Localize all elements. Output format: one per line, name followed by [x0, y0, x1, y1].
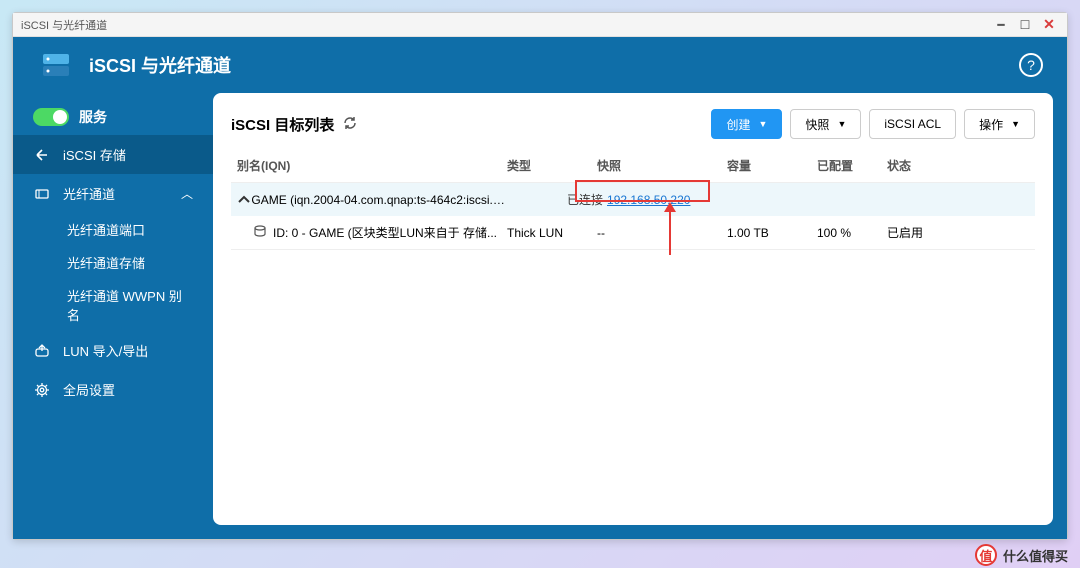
panel-title: iSCSI 目标列表 — [231, 114, 334, 135]
disk-icon — [253, 224, 267, 241]
lun-io-icon — [33, 343, 51, 359]
app-header: iSCSI 与光纤通道 ? — [13, 37, 1067, 93]
watermark: 值 什么值得买 — [975, 544, 1068, 566]
snapshot-button[interactable]: 快照▼ — [790, 109, 861, 139]
col-alias: 别名(IQN) — [237, 157, 507, 174]
lun-capacity: 1.00 TB — [727, 226, 817, 240]
col-capacity: 容量 — [727, 157, 817, 174]
caret-down-icon: ▼ — [837, 119, 846, 129]
lun-configured: 100 % — [817, 226, 887, 240]
app-icon — [37, 46, 75, 84]
watermark-text: 什么值得买 — [1003, 546, 1068, 565]
nav-label: iSCSI 存储 — [63, 145, 126, 164]
target-row[interactable]: GAME (iqn.2004-04.com.qnap:ts-464c2:iscs… — [231, 183, 1035, 216]
watermark-badge: 值 — [975, 544, 997, 566]
create-button[interactable]: 创建▼ — [711, 109, 782, 139]
action-button[interactable]: 操作▼ — [964, 109, 1035, 139]
nav-label: 全局设置 — [63, 380, 115, 399]
chevron-up-icon: ︿ — [181, 185, 193, 202]
sidebar-item-lun-import-export[interactable]: LUN 导入/导出 — [13, 331, 213, 370]
app-body: iSCSI 与光纤通道 ? 服务 iSCSI 存储 — [13, 37, 1067, 539]
window-title: iSCSI 与光纤通道 — [21, 17, 107, 33]
lun-status: 已启用 — [887, 224, 1029, 241]
table-header: 别名(IQN) 类型 快照 容量 已配置 状态 — [231, 149, 1035, 183]
lun-type: Thick LUN — [507, 226, 597, 240]
lun-snapshot: -- — [597, 226, 727, 240]
target-name: GAME (iqn.2004-04.com.qnap:ts-464c2:iscs… — [251, 193, 507, 207]
sidebar-item-iscsi-storage[interactable]: iSCSI 存储 — [13, 135, 213, 174]
sidebar-item-global-settings[interactable]: 全局设置 — [13, 370, 213, 409]
connected-ip-link[interactable]: 192.168.50.220 — [607, 193, 690, 207]
col-type: 类型 — [507, 157, 597, 174]
service-toggle-row: 服务 — [13, 99, 213, 135]
col-configured: 已配置 — [817, 157, 887, 174]
content-area: 服务 iSCSI 存储 光纤通道 ︿ 光纤通道端口 光纤通道存储 — [13, 93, 1067, 539]
panel-header: iSCSI 目标列表 创建▼ 快照▼ iSCSI ACL 操作▼ — [231, 109, 1035, 139]
maximize-button[interactable]: ☐ — [1015, 17, 1035, 33]
col-snapshot: 快照 — [597, 157, 727, 174]
sidebar-sub-fc-port[interactable]: 光纤通道端口 — [13, 213, 213, 246]
collapse-icon[interactable] — [237, 193, 251, 207]
refresh-icon[interactable] — [342, 115, 358, 134]
gear-icon — [33, 382, 51, 398]
sidebar: 服务 iSCSI 存储 光纤通道 ︿ 光纤通道端口 光纤通道存储 — [13, 93, 213, 539]
help-icon[interactable]: ? — [1019, 53, 1043, 77]
connection-status: 已连接 — [567, 191, 603, 208]
close-button[interactable]: ✕ — [1039, 17, 1059, 33]
col-status: 状态 — [887, 157, 1029, 174]
service-label: 服务 — [79, 107, 107, 127]
lun-name: ID: 0 - GAME (区块类型LUN来自于 存储... — [273, 224, 497, 241]
minimize-button[interactable]: ━ — [991, 17, 1011, 33]
caret-down-icon: ▼ — [759, 119, 768, 129]
sidebar-item-fibre-channel[interactable]: 光纤通道 ︿ — [13, 174, 213, 213]
lun-row[interactable]: ID: 0 - GAME (区块类型LUN来自于 存储... Thick LUN… — [231, 216, 1035, 250]
sidebar-sub-fc-storage[interactable]: 光纤通道存储 — [13, 246, 213, 279]
main-panel: iSCSI 目标列表 创建▼ 快照▼ iSCSI ACL 操作▼ 别名(IQN)… — [213, 93, 1053, 525]
iscsi-storage-icon — [33, 147, 51, 163]
iscsi-acl-button[interactable]: iSCSI ACL — [869, 109, 956, 139]
caret-down-icon: ▼ — [1011, 119, 1020, 129]
sidebar-sub-fc-wwpn[interactable]: 光纤通道 WWPN 别名 — [13, 279, 213, 331]
app-window: iSCSI 与光纤通道 ━ ☐ ✕ iSCSI 与光纤通道 ? 服务 — [12, 12, 1068, 540]
target-table: 别名(IQN) 类型 快照 容量 已配置 状态 GAME (iqn.2004-0… — [231, 149, 1035, 509]
titlebar[interactable]: iSCSI 与光纤通道 ━ ☐ ✕ — [13, 13, 1067, 37]
fibre-channel-icon — [33, 186, 51, 202]
nav-label: LUN 导入/导出 — [63, 341, 148, 360]
nav-label: 光纤通道 — [63, 184, 115, 203]
service-toggle[interactable] — [33, 108, 69, 126]
app-title: iSCSI 与光纤通道 — [89, 52, 231, 78]
